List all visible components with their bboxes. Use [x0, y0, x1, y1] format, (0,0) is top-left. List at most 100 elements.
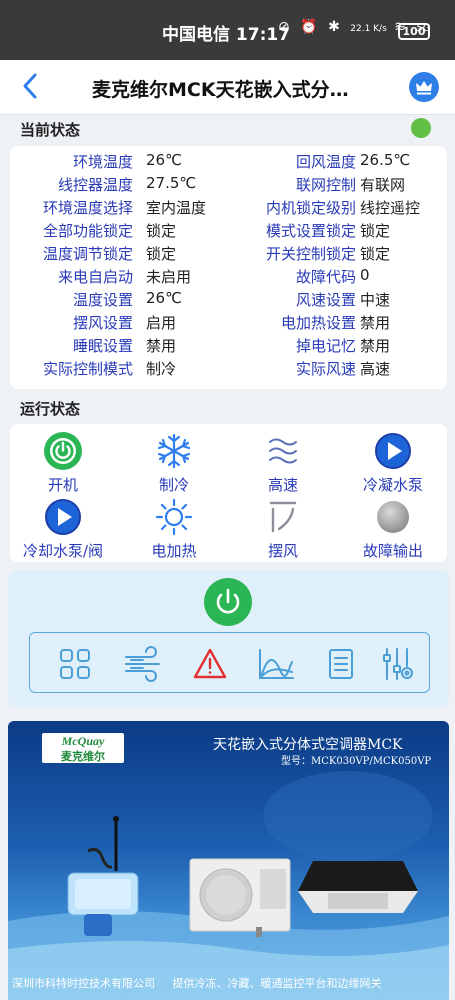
run-item-cooling: 制冷 [124, 431, 224, 495]
run-status-title: 运行状态 [20, 400, 81, 418]
status-label: 摆风设置 [72, 314, 133, 332]
run-item-cooling-pump-valve: 冷却水泵/阀 [13, 497, 113, 561]
banner-company: 深圳市科特时控技术有限公司 [12, 977, 155, 990]
banner-model: 型号：MCK030VP/MCK050VP [281, 756, 432, 767]
status-value: 室内温度 [146, 199, 207, 217]
status-row: 线控器温度 27.5℃ 联网控制 有联网 [10, 174, 447, 197]
power-button-icon[interactable] [204, 578, 252, 626]
run-item-label: 电加热 [151, 542, 197, 560]
run-status-card: 开机 制冷 高速 冷凝水泵 冷却水泵/阀 电加热 摆风 故障输出 [10, 424, 447, 562]
app-header: 麦克维尔MCK天花嵌入式分… [0, 60, 455, 115]
status-row: 温度设置 26℃ 风速设置 中速 [10, 289, 447, 312]
status-label: 开关控制锁定 [265, 245, 356, 263]
document-list-icon[interactable] [323, 646, 359, 682]
status-value: 未启用 [146, 268, 192, 286]
status-label: 掉电记忆 [295, 337, 356, 355]
status-label: 全部功能锁定 [42, 222, 133, 240]
power-on-icon [43, 431, 83, 471]
online-status-indicator [411, 118, 431, 138]
fan-speed-waves-icon [263, 431, 303, 471]
status-label: 环境温度 [72, 153, 133, 171]
status-value: 26℃ [146, 151, 182, 169]
run-item-label: 冷却水泵/阀 [22, 542, 104, 560]
banner-footer: 深圳市科特时控技术有限公司 提供冷冻、冷藏、暖通监控平台和边缘网关 [12, 975, 447, 991]
status-value: 制冷 [146, 360, 177, 378]
status-value: 线控遥控 [360, 199, 421, 217]
status-row: 环境温度 26℃ 回风温度 26.5℃ [10, 151, 447, 174]
run-item-condensate-pump: 冷凝水泵 [343, 431, 443, 495]
status-label: 实际控制模式 [42, 360, 133, 378]
current-status-card: 环境温度 26℃ 回风温度 26.5℃ 线控器温度 27.5℃ 联网控制 有联网… [10, 146, 447, 389]
status-row: 来电自启动 未启用 故障代码 0 [10, 266, 447, 289]
status-label: 温度设置 [72, 291, 133, 309]
sun-heat-icon [154, 497, 194, 537]
run-item-label: 摆风 [267, 542, 298, 560]
grid-menu-icon[interactable] [57, 646, 93, 682]
status-label: 温度调节锁定 [42, 245, 133, 263]
swing-icon [263, 497, 303, 537]
logo-text-en: McQuay [61, 734, 105, 748]
fault-indicator-icon [373, 497, 413, 537]
play-circle-icon [43, 497, 83, 537]
status-label: 线控器温度 [57, 176, 133, 194]
status-value: 禁用 [146, 337, 177, 355]
status-value: 禁用 [360, 337, 391, 355]
status-value: 27.5℃ [146, 174, 197, 192]
run-item-label: 冷凝水泵 [362, 476, 423, 494]
crown-vip-icon[interactable] [409, 72, 439, 102]
status-value: 26℃ [146, 289, 182, 307]
status-value: 锁定 [360, 245, 391, 263]
status-label: 回风温度 [295, 153, 356, 171]
status-value: 26.5℃ [360, 151, 411, 169]
wind-icon[interactable] [123, 646, 165, 682]
status-value: 锁定 [146, 245, 177, 263]
run-item-electric-heat: 电加热 [124, 497, 224, 561]
run-item-label: 开机 [47, 476, 78, 494]
status-value: 锁定 [360, 222, 391, 240]
net-speed: 22.1 K/s [350, 24, 387, 34]
status-label: 故障代码 [295, 268, 356, 286]
status-value: 0 [360, 266, 370, 284]
current-status-title: 当前状态 [20, 121, 81, 139]
banner-title: 天花嵌入式分体式空调器MCK [213, 737, 403, 753]
run-item-swing: 摆风 [233, 497, 333, 561]
run-item-high-speed: 高速 [233, 431, 333, 495]
status-row: 环境温度选择 室内温度 内机锁定级别 线控遥控 [10, 197, 447, 220]
status-value: 启用 [146, 314, 177, 332]
function-toolbar [29, 632, 430, 693]
run-item-label: 高速 [267, 476, 298, 494]
control-panel [8, 570, 449, 707]
run-item-label: 制冷 [158, 476, 189, 494]
battery-icon: 100 [398, 23, 430, 40]
status-value: 有联网 [360, 176, 406, 194]
alarm-warning-icon[interactable] [192, 646, 228, 682]
status-row: 温度调节锁定 锁定 开关控制锁定 锁定 [10, 243, 447, 266]
status-value: 高速 [360, 360, 391, 378]
status-label: 睡眠设置 [72, 337, 133, 355]
carrier-time: 中国电信 17:17 [162, 25, 291, 45]
run-item-label: 故障输出 [362, 542, 423, 560]
status-value: 中速 [360, 291, 391, 309]
banner-slogan: 提供冷冻、冷藏、暖通监控平台和边缘网关 [172, 977, 382, 990]
product-banner: McQuay 麦克维尔 天花嵌入式分体式空调器MCK 型号：MCK030VP/M… [8, 721, 449, 1000]
run-item-fault-output: 故障输出 [343, 497, 443, 561]
settings-sliders-icon[interactable] [377, 646, 417, 682]
status-label: 实际风速 [295, 360, 356, 378]
back-arrow-icon[interactable] [22, 72, 38, 105]
status-row: 睡眠设置 禁用 掉电记忆 禁用 [10, 335, 447, 358]
status-label: 内机锁定级别 [265, 199, 356, 217]
status-value: 锁定 [146, 222, 177, 240]
chart-curve-icon[interactable] [256, 646, 296, 682]
status-label: 模式设置锁定 [265, 222, 356, 240]
status-value: 禁用 [360, 314, 391, 332]
status-label: 风速设置 [295, 291, 356, 309]
snowflake-icon [154, 431, 194, 471]
run-item-power: 开机 [13, 431, 113, 495]
status-label: 环境温度选择 [42, 199, 133, 217]
status-row: 全部功能锁定 锁定 模式设置锁定 锁定 [10, 220, 447, 243]
status-label: 电加热设置 [280, 314, 356, 332]
page-title: 麦克维尔MCK天花嵌入式分… [92, 79, 349, 101]
status-row: 实际控制模式 制冷 实际风速 高速 [10, 358, 447, 381]
play-circle-icon [373, 431, 413, 471]
logo-text-cn: 麦克维尔 [61, 751, 105, 763]
